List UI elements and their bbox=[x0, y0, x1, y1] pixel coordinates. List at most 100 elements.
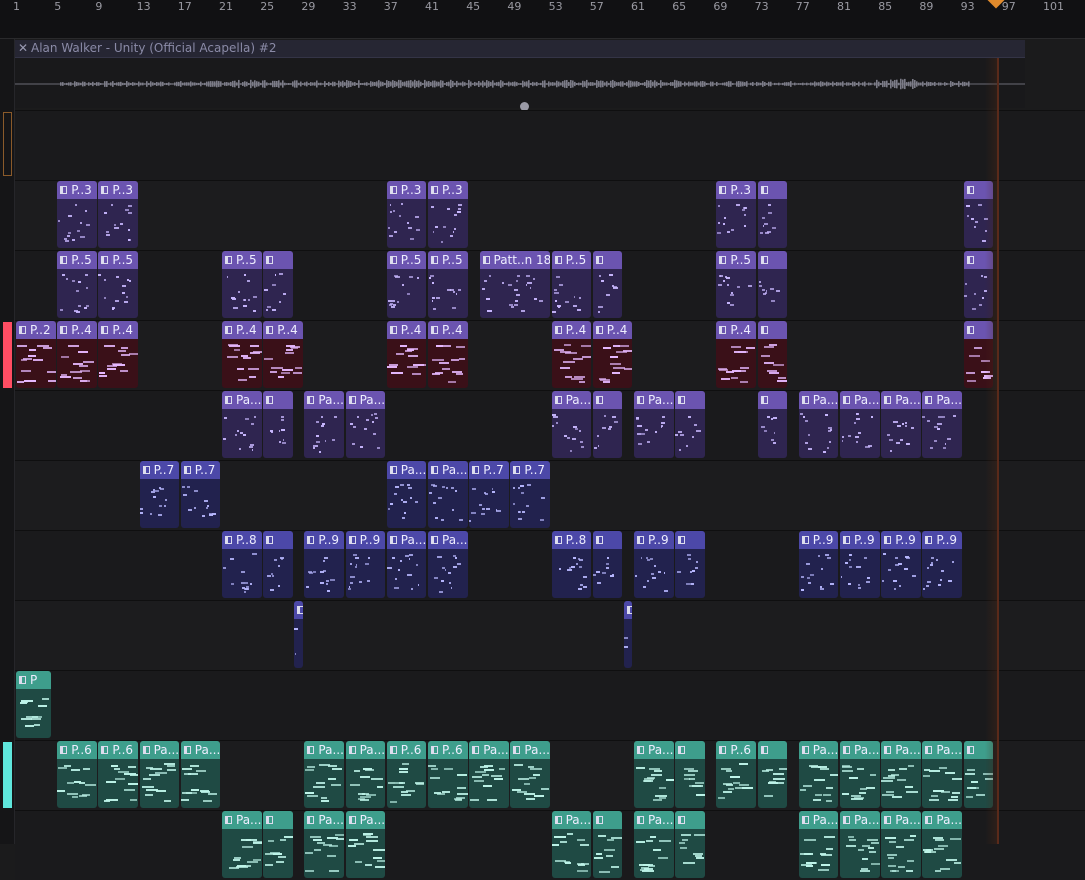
pattern-clip[interactable]: Pa... bbox=[304, 811, 345, 878]
pattern-clip-header[interactable]: Pa... bbox=[840, 741, 880, 759]
pattern-clip-header[interactable]: P..9 bbox=[798, 531, 839, 549]
pattern-clip[interactable] bbox=[675, 391, 705, 458]
pattern-clip[interactable]: Pa... bbox=[840, 811, 880, 878]
pattern-clip-header[interactable]: P..9 bbox=[304, 531, 345, 549]
pattern-clip[interactable]: Pa... bbox=[922, 811, 963, 878]
track-row[interactable] bbox=[15, 110, 1085, 180]
pattern-clip[interactable]: P..6 bbox=[428, 741, 468, 808]
pattern-clip[interactable]: P..5 bbox=[716, 251, 757, 318]
pattern-clip[interactable] bbox=[263, 251, 293, 318]
pattern-clip-header[interactable]: Pa... bbox=[180, 741, 221, 759]
pattern-clip[interactable]: P..7 bbox=[180, 461, 221, 528]
pattern-clip-header[interactable]: P..4 bbox=[57, 321, 97, 339]
pattern-clip-header[interactable]: P..9 bbox=[881, 531, 921, 549]
pattern-clip-header[interactable]: P..4 bbox=[386, 321, 427, 339]
pattern-clip[interactable]: Pa... bbox=[634, 811, 674, 878]
pattern-clip-header[interactable]: Pa... bbox=[840, 811, 880, 829]
pattern-clip[interactable]: Patt..n 18 bbox=[479, 251, 551, 318]
pattern-clip-header[interactable]: Pa... bbox=[798, 391, 839, 409]
pattern-clip[interactable]: P..5 bbox=[428, 251, 468, 318]
pattern-clip[interactable]: P..4 bbox=[386, 321, 427, 388]
pattern-clip-header[interactable]: P..5 bbox=[222, 251, 262, 269]
pattern-clip[interactable]: Pa... bbox=[345, 811, 386, 878]
pattern-clip[interactable]: Pa... bbox=[634, 741, 674, 808]
pattern-clip[interactable]: Pa... bbox=[551, 811, 592, 878]
pattern-clip[interactable]: Pa... bbox=[922, 741, 963, 808]
pattern-clip-header[interactable] bbox=[623, 601, 633, 619]
pattern-clip-header[interactable]: P..5 bbox=[551, 251, 592, 269]
pattern-clip[interactable]: Pa... bbox=[222, 811, 262, 878]
pattern-clip-header[interactable] bbox=[757, 391, 787, 409]
pattern-clip[interactable]: P..7 bbox=[469, 461, 509, 528]
pattern-clip-header[interactable]: P..4 bbox=[551, 321, 592, 339]
pattern-clip[interactable]: Pa... bbox=[510, 741, 551, 808]
pattern-clip[interactable]: P..9 bbox=[798, 531, 839, 598]
pattern-clip[interactable]: P..9 bbox=[634, 531, 674, 598]
pattern-clip-header[interactable]: P..4 bbox=[98, 321, 139, 339]
timeline-ruler[interactable]: 1 5 9 13 17 21 25 29 33 37 41 45 49 53 57 61 65 69 73 77 81 8… bbox=[0, 0, 1085, 39]
pattern-clip[interactable] bbox=[263, 531, 293, 598]
pattern-clip[interactable]: P..4 bbox=[551, 321, 592, 388]
pattern-clip-header[interactable]: P bbox=[16, 671, 51, 689]
pattern-clip[interactable]: Pa... bbox=[881, 391, 921, 458]
pattern-clip[interactable]: Pa... bbox=[428, 461, 468, 528]
pattern-clip-header[interactable]: P..9 bbox=[345, 531, 386, 549]
pattern-clip[interactable]: P..4 bbox=[716, 321, 757, 388]
pattern-clip-header[interactable] bbox=[263, 251, 293, 269]
pattern-clip-header[interactable] bbox=[592, 391, 623, 409]
pattern-clip-header[interactable] bbox=[757, 321, 787, 339]
pattern-clip[interactable] bbox=[592, 251, 623, 318]
pattern-clip[interactable]: P..4 bbox=[98, 321, 139, 388]
pattern-clip[interactable] bbox=[592, 531, 623, 598]
pattern-clip[interactable] bbox=[757, 181, 787, 248]
pattern-clip[interactable]: Pa... bbox=[798, 391, 839, 458]
pattern-clip[interactable]: Pa... bbox=[222, 391, 262, 458]
pattern-clip[interactable]: P..9 bbox=[922, 531, 963, 598]
pattern-clip-header[interactable]: Pa... bbox=[840, 391, 880, 409]
pattern-clip[interactable] bbox=[294, 601, 303, 668]
pattern-clip[interactable]: Pa... bbox=[428, 531, 468, 598]
pattern-clip[interactable]: Pa... bbox=[386, 461, 427, 528]
pattern-clip-header[interactable]: Pa... bbox=[551, 811, 592, 829]
pattern-clip[interactable]: Pa... bbox=[840, 741, 880, 808]
pattern-clip-header[interactable] bbox=[592, 251, 623, 269]
pattern-clip-header[interactable] bbox=[592, 531, 623, 549]
pattern-clip-header[interactable]: P..3 bbox=[716, 181, 757, 199]
pattern-clip[interactable]: Pa... bbox=[469, 741, 509, 808]
pattern-clip-header[interactable]: Pa... bbox=[304, 391, 345, 409]
pattern-clip-header[interactable]: P..3 bbox=[98, 181, 139, 199]
pattern-clip-header[interactable]: Pa... bbox=[922, 391, 963, 409]
pattern-clip[interactable] bbox=[263, 391, 293, 458]
pattern-clip[interactable] bbox=[675, 531, 705, 598]
pattern-clip[interactable]: P..7 bbox=[139, 461, 180, 528]
pattern-clip-header[interactable]: P..5 bbox=[98, 251, 139, 269]
pattern-clip[interactable]: Pa... bbox=[551, 391, 592, 458]
pattern-clip-header[interactable] bbox=[675, 391, 705, 409]
pattern-clip-header[interactable]: Pa... bbox=[386, 461, 427, 479]
pattern-clip-header[interactable]: Pa... bbox=[345, 741, 386, 759]
playlist-grid[interactable]: P..3 P..3 P..3 P..3 P..3 P..5 P..5 P..5 P..5 P..5… bbox=[15, 110, 1085, 880]
pattern-clip-header[interactable]: P..6 bbox=[98, 741, 139, 759]
pattern-clip-header[interactable] bbox=[675, 531, 705, 549]
pattern-clip-header[interactable] bbox=[263, 391, 293, 409]
pattern-clip-header[interactable]: Patt..n 18 bbox=[479, 251, 551, 269]
pattern-clip-header[interactable]: P..3 bbox=[386, 181, 427, 199]
pattern-clip[interactable]: P..5 bbox=[57, 251, 97, 318]
audio-clip-header[interactable]: ✕ Alan Walker - Unity (Official Acapella… bbox=[15, 40, 1025, 58]
pattern-clip[interactable]: Pa... bbox=[798, 741, 839, 808]
pattern-clip[interactable]: Pa... bbox=[304, 741, 345, 808]
pattern-clip-header[interactable]: Pa... bbox=[345, 391, 386, 409]
close-icon[interactable]: ✕ bbox=[18, 40, 28, 57]
pattern-clip[interactable] bbox=[757, 741, 787, 808]
pattern-clip[interactable]: P bbox=[16, 671, 51, 738]
pattern-clip-header[interactable] bbox=[757, 181, 787, 199]
pattern-clip[interactable] bbox=[263, 811, 293, 878]
pattern-clip[interactable] bbox=[592, 811, 623, 878]
pattern-clip-header[interactable]: P..6 bbox=[428, 741, 468, 759]
pattern-clip-header[interactable] bbox=[675, 741, 705, 759]
pattern-clip[interactable]: P..5 bbox=[98, 251, 139, 318]
pattern-clip[interactable]: P..3 bbox=[386, 181, 427, 248]
pattern-clip[interactable] bbox=[757, 251, 787, 318]
pattern-clip-header[interactable]: P..9 bbox=[922, 531, 963, 549]
pattern-clip-header[interactable]: P..7 bbox=[180, 461, 221, 479]
